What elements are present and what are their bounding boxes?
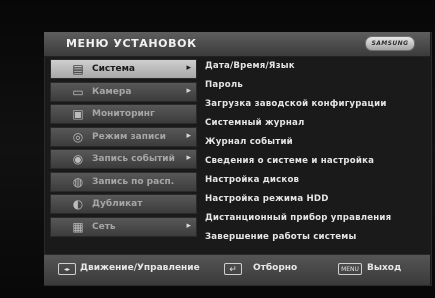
footer-move-label: Движение/Управление [80,263,200,273]
submenu-item-6[interactable]: Настройка дисков [205,175,299,193]
menu-item-6[interactable]: ◐ Дубликат [50,194,197,214]
monitor-icon: ▣ [72,107,84,121]
menu-item-7[interactable]: ▦ Сеть ▸ [50,216,197,237]
event-record-icon: ◉ [72,152,84,166]
menu-item-label: Дубликат [92,199,143,209]
submenu-arrow-icon: ▸ [186,220,191,231]
submenu-item-7[interactable]: Настройка режима HDD [205,194,329,212]
submenu-item-0[interactable]: Дата/Время/Язык [205,61,295,79]
menu-item-label: Режим записи [92,131,166,142]
samsung-logo: SAMSUNG [365,36,415,51]
menu-item-3[interactable]: ◎ Режим записи ▸ [50,126,197,147]
menu-title: МЕНЮ УСТАНОВОК [66,37,197,50]
system-icon: ▤ [72,62,84,76]
menu-item-label: Запись по расп. [92,176,175,187]
schedule-record-icon: ◍ [72,174,84,189]
submenu-arrow-icon: ▸ [186,63,191,73]
menu-item-2[interactable]: ▣ Мониторинг [50,104,197,124]
menu-item-0[interactable]: ▤ Система ▸ [50,59,197,79]
menu-item-4[interactable]: ◉ Запись событий ▸ [50,149,197,169]
menu-item-label: Система [92,64,135,74]
record-mode-icon: ◎ [72,129,84,144]
menu-item-label: Мониторинг [92,109,155,119]
submenu-item-9[interactable]: Завершение работы системы [205,232,356,250]
submenu-item-4[interactable]: Журнал событий [205,137,293,155]
submenu-item-2[interactable]: Загрузка заводской конфигурации [205,99,387,117]
submenu-arrow-icon: ▸ [186,153,191,163]
footer-enter-label: Отборно [253,263,298,273]
submenu-arrow-icon: ▸ [186,85,191,96]
move-control-key-icon: ◂▸ [58,263,76,275]
menu-key-icon: MENU [338,263,362,275]
network-icon: ▦ [72,219,84,234]
submenu-arrow-icon: ▸ [186,130,191,141]
submenu-item-3[interactable]: Системный журнал [205,118,305,136]
menu-item-1[interactable]: ▭ Камера ▸ [50,81,197,102]
menu-item-label: Сеть [92,221,116,232]
camera-icon: ▭ [72,84,84,99]
menu-item-label: Камера [92,86,132,97]
menu-item-label: Запись событий [92,154,175,164]
enter-key-icon: ↵ [224,263,242,275]
footer-exit-label: Выход [367,263,402,273]
submenu-item-8[interactable]: Дистанционный прибор управления [205,213,391,231]
submenu-item-5[interactable]: Сведения о системе и настройка [205,156,374,174]
backup-disc-icon: ◐ [72,197,84,211]
menu-item-5[interactable]: ◍ Запись по расп. [50,171,197,192]
submenu-item-1[interactable]: Пароль [205,80,243,98]
